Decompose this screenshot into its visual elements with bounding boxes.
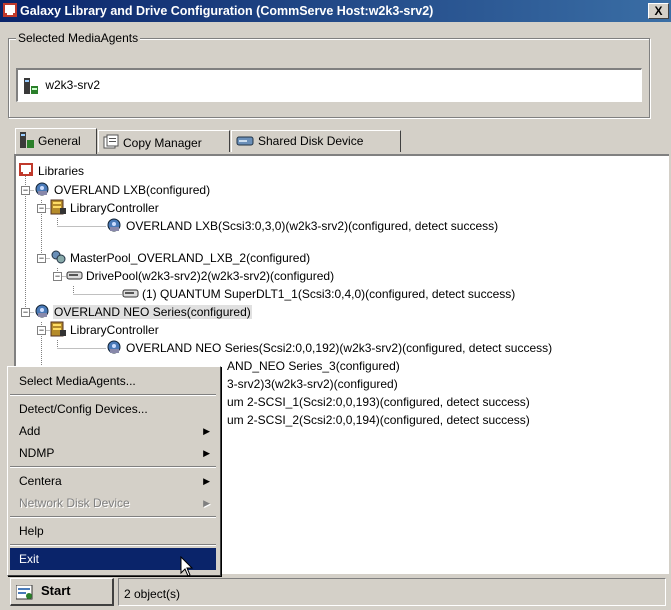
menu-separator: [10, 516, 216, 518]
tab-copy-manager-label: Copy Manager: [123, 136, 202, 150]
submenu-arrow-icon: ▶: [203, 426, 210, 436]
expander-collapse-icon[interactable]: −: [37, 326, 46, 335]
start-button-label: Start: [41, 583, 71, 598]
media-agents-list[interactable]: w2k3-srv2: [16, 68, 642, 102]
menu-item-centera[interactable]: Centera ▶: [10, 470, 216, 492]
menu-item-add[interactable]: Add ▶: [10, 420, 216, 442]
tree-node-library-controller-neo[interactable]: LibraryController: [50, 321, 160, 339]
tree-node-drive-neo-1[interactable]: um 2-SCSI_1(Scsi2:0,0,193)(configured, d…: [226, 393, 531, 411]
menu-item-network-disk-device: Network Disk Device ▶: [10, 492, 216, 514]
start-menu-popup: Select MediaAgents... Detect/Config Devi…: [7, 366, 221, 576]
library-device-icon: [107, 218, 121, 232]
tree-node-library-controller[interactable]: LibraryController: [50, 199, 160, 217]
submenu-arrow-icon: ▶: [203, 448, 210, 458]
tab-shared-disk-device[interactable]: Shared Disk Device: [231, 130, 401, 152]
media-agent-icon: [24, 78, 38, 94]
tree-node-overland-lxb[interactable]: OVERLAND LXB(configured): [34, 181, 211, 199]
menu-item-ndmp[interactable]: NDMP ▶: [10, 442, 216, 464]
tab-general[interactable]: General: [15, 128, 97, 154]
submenu-arrow-icon: ▶: [203, 476, 210, 486]
menu-item-help[interactable]: Help: [10, 520, 216, 542]
mouse-cursor-icon: [180, 556, 194, 577]
media-agent-label: w2k3-srv2: [45, 78, 101, 93]
tab-copy-manager[interactable]: Copy Manager: [98, 130, 230, 152]
submenu-arrow-icon: ▶: [203, 498, 210, 508]
expander-collapse-icon[interactable]: −: [37, 204, 46, 213]
menu-separator: [10, 394, 216, 396]
tree-node-quantum-drive[interactable]: (1) QUANTUM SuperDLT1_1(Scsi3:0,4,0)(con…: [122, 285, 516, 303]
expander-collapse-icon[interactable]: −: [37, 254, 46, 263]
tree-node-overland-neo[interactable]: OVERLAND NEO Series(configured): [34, 303, 252, 321]
library-controller-icon: [50, 321, 66, 337]
library-device-icon: [35, 182, 49, 196]
close-button[interactable]: X: [648, 3, 669, 19]
status-bar: Start 2 object(s): [0, 574, 671, 610]
tree-node-drive-neo-2[interactable]: um 2-SCSI_2(Scsi2:0,0,194)(configured, d…: [226, 411, 531, 429]
title-bar: Galaxy Library and Drive Configuration (…: [0, 0, 671, 22]
tab-shared-disk-device-label: Shared Disk Device: [258, 134, 364, 148]
tape-drive-icon: [122, 289, 139, 298]
library-controller-icon: [50, 199, 66, 215]
tree-node-master-pool-lxb[interactable]: MasterPool_OVERLAND_LXB_2(configured): [50, 249, 311, 267]
drive-pool-icon: [66, 271, 83, 280]
media-agent-item[interactable]: w2k3-srv2: [24, 78, 100, 94]
window-title: Galaxy Library and Drive Configuration (…: [20, 4, 434, 18]
master-pool-icon: [51, 250, 66, 264]
tree-node-drive-pool-neo[interactable]: 3-srv2)3(w2k3-srv2)(configured): [226, 375, 399, 393]
library-app-icon: [3, 3, 17, 17]
library-device-icon: [35, 304, 49, 318]
tree-node-drive-pool[interactable]: DrivePool(w2k3-srv2)2(w2k3-srv2)(configu…: [66, 267, 335, 285]
tab-general-label: General: [38, 134, 81, 148]
menu-separator: [10, 466, 216, 468]
start-menu-icon: [16, 585, 33, 600]
menu-item-select-media-agents[interactable]: Select MediaAgents...: [10, 370, 216, 392]
expander-collapse-icon[interactable]: −: [21, 308, 30, 317]
tree-node-overland-lxb-device[interactable]: OVERLAND LXB(Scsi3:0,3,0)(w2k3-srv2)(con…: [106, 217, 499, 235]
menu-item-detect-config[interactable]: Detect/Config Devices...: [10, 398, 216, 420]
tree-node-overland-neo-device[interactable]: OVERLAND NEO Series(Scsi2:0,0,192)(w2k3-…: [106, 339, 553, 357]
expander-collapse-icon[interactable]: −: [21, 186, 30, 195]
libraries-root-icon: [19, 163, 33, 176]
copy-manager-icon: [103, 134, 119, 149]
expander-collapse-icon[interactable]: −: [53, 272, 62, 281]
server-icon: [20, 132, 34, 148]
shared-disk-icon: [236, 136, 254, 146]
start-button[interactable]: Start: [10, 578, 114, 606]
selected-media-agents-label: Selected MediaAgents: [16, 31, 141, 45]
status-text: 2 object(s): [118, 578, 666, 606]
tree-node-master-pool-neo[interactable]: AND_NEO Series_3(configured): [226, 357, 401, 375]
menu-separator: [10, 544, 216, 546]
tree-node-libraries[interactable]: Libraries: [18, 162, 85, 180]
library-device-icon: [107, 340, 121, 354]
